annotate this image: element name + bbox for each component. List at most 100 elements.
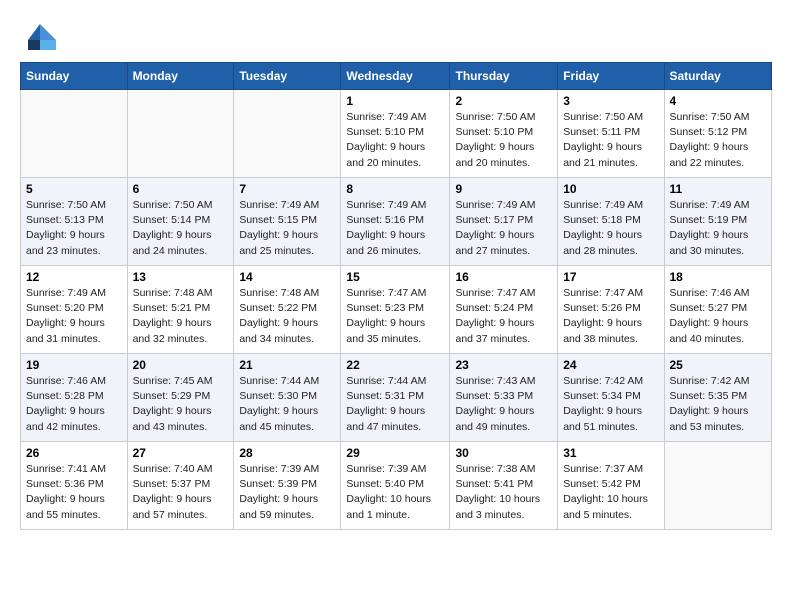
day-number: 4: [670, 94, 767, 108]
day-info: Sunrise: 7:45 AM Sunset: 5:29 PM Dayligh…: [133, 374, 229, 435]
day-info: Sunrise: 7:48 AM Sunset: 5:22 PM Dayligh…: [239, 286, 335, 347]
weekday-saturday: Saturday: [664, 63, 772, 90]
day-number: 5: [26, 182, 122, 196]
day-number: 31: [563, 446, 658, 460]
calendar-cell: 3 Sunrise: 7:50 AM Sunset: 5:11 PM Daylig…: [558, 90, 664, 178]
calendar-cell: [21, 90, 128, 178]
calendar-cell: 13 Sunrise: 7:48 AM Sunset: 5:21 PM Dayli…: [127, 266, 234, 354]
calendar-cell: 10Sunrise: 7:49 AM Sunset: 5:18 PM Dayli…: [558, 178, 664, 266]
day-number: 2: [455, 94, 552, 108]
day-number: 30: [455, 446, 552, 460]
day-info: Sunrise: 7:41 AM Sunset: 5:36 PM Dayligh…: [26, 462, 122, 523]
calendar-cell: 4 Sunrise: 7:50 AM Sunset: 5:12 PM Daylig…: [664, 90, 772, 178]
day-info: Sunrise: 7:43 AM Sunset: 5:33 PM Dayligh…: [455, 374, 552, 435]
day-number: 10: [563, 182, 658, 196]
day-number: 13: [133, 270, 229, 284]
day-info: Sunrise: 7:49 AM Sunset: 5:16 PM Dayligh…: [346, 198, 444, 259]
day-number: 7: [239, 182, 335, 196]
day-info: Sunrise: 7:44 AM Sunset: 5:30 PM Dayligh…: [239, 374, 335, 435]
calendar-cell: 20Sunrise: 7:45 AM Sunset: 5:29 PM Dayli…: [127, 354, 234, 442]
calendar-cell: 5 Sunrise: 7:50 AM Sunset: 5:13 PM Daylig…: [21, 178, 128, 266]
day-number: 18: [670, 270, 767, 284]
calendar-cell: 6 Sunrise: 7:50 AM Sunset: 5:14 PM Daylig…: [127, 178, 234, 266]
calendar-cell: [234, 90, 341, 178]
week-row-3: 19Sunrise: 7:46 AM Sunset: 5:28 PM Dayli…: [21, 354, 772, 442]
calendar-cell: 1 Sunrise: 7:49 AM Sunset: 5:10 PM Daylig…: [341, 90, 450, 178]
calendar-cell: 21Sunrise: 7:44 AM Sunset: 5:30 PM Dayli…: [234, 354, 341, 442]
day-info: Sunrise: 7:50 AM Sunset: 5:12 PM Dayligh…: [670, 110, 767, 171]
day-number: 27: [133, 446, 229, 460]
calendar-table: SundayMondayTuesdayWednesdayThursdayFrid…: [20, 62, 772, 530]
calendar-cell: 23 Sunrise: 7:43 AM Sunset: 5:33 PM Dayli…: [450, 354, 558, 442]
week-row-1: 5 Sunrise: 7:50 AM Sunset: 5:13 PM Daylig…: [21, 178, 772, 266]
calendar-cell: 15 Sunrise: 7:47 AM Sunset: 5:23 PM Dayli…: [341, 266, 450, 354]
page: SundayMondayTuesdayWednesdayThursdayFrid…: [0, 0, 792, 544]
day-number: 8: [346, 182, 444, 196]
calendar-cell: 29 Sunrise: 7:39 AM Sunset: 5:40 PM Dayli…: [341, 442, 450, 530]
calendar-cell: 12 Sunrise: 7:49 AM Sunset: 5:20 PM Dayli…: [21, 266, 128, 354]
day-info: Sunrise: 7:40 AM Sunset: 5:37 PM Dayligh…: [133, 462, 229, 523]
calendar-cell: 9 Sunrise: 7:49 AM Sunset: 5:17 PM Daylig…: [450, 178, 558, 266]
calendar-cell: 22Sunrise: 7:44 AM Sunset: 5:31 PM Dayli…: [341, 354, 450, 442]
calendar-cell: 17 Sunrise: 7:47 AM Sunset: 5:26 PM Dayli…: [558, 266, 664, 354]
day-info: Sunrise: 7:47 AM Sunset: 5:26 PM Dayligh…: [563, 286, 658, 347]
week-row-0: 1 Sunrise: 7:49 AM Sunset: 5:10 PM Daylig…: [21, 90, 772, 178]
day-info: Sunrise: 7:46 AM Sunset: 5:27 PM Dayligh…: [670, 286, 767, 347]
day-info: Sunrise: 7:49 AM Sunset: 5:20 PM Dayligh…: [26, 286, 122, 347]
week-row-2: 12 Sunrise: 7:49 AM Sunset: 5:20 PM Dayli…: [21, 266, 772, 354]
weekday-friday: Friday: [558, 63, 664, 90]
day-info: Sunrise: 7:39 AM Sunset: 5:39 PM Dayligh…: [239, 462, 335, 523]
calendar-cell: 28 Sunrise: 7:39 AM Sunset: 5:39 PM Dayli…: [234, 442, 341, 530]
calendar-cell: 18 Sunrise: 7:46 AM Sunset: 5:27 PM Dayli…: [664, 266, 772, 354]
calendar-cell: 16 Sunrise: 7:47 AM Sunset: 5:24 PM Dayli…: [450, 266, 558, 354]
calendar-cell: 26 Sunrise: 7:41 AM Sunset: 5:36 PM Dayli…: [21, 442, 128, 530]
day-number: 28: [239, 446, 335, 460]
header: [20, 18, 772, 52]
day-info: Sunrise: 7:49 AM Sunset: 5:17 PM Dayligh…: [455, 198, 552, 259]
calendar-cell: 8 Sunrise: 7:49 AM Sunset: 5:16 PM Daylig…: [341, 178, 450, 266]
day-info: Sunrise: 7:50 AM Sunset: 5:13 PM Dayligh…: [26, 198, 122, 259]
day-info: Sunrise: 7:50 AM Sunset: 5:11 PM Dayligh…: [563, 110, 658, 171]
day-number: 24: [563, 358, 658, 372]
day-number: 11: [670, 182, 767, 196]
day-number: 23: [455, 358, 552, 372]
day-info: Sunrise: 7:49 AM Sunset: 5:10 PM Dayligh…: [346, 110, 444, 171]
calendar-cell: 7 Sunrise: 7:49 AM Sunset: 5:15 PM Daylig…: [234, 178, 341, 266]
day-info: Sunrise: 7:49 AM Sunset: 5:19 PM Dayligh…: [670, 198, 767, 259]
day-info: Sunrise: 7:42 AM Sunset: 5:35 PM Dayligh…: [670, 374, 767, 435]
day-number: 1: [346, 94, 444, 108]
calendar-cell: 31 Sunrise: 7:37 AM Sunset: 5:42 PM Dayli…: [558, 442, 664, 530]
day-number: 26: [26, 446, 122, 460]
day-info: Sunrise: 7:50 AM Sunset: 5:14 PM Dayligh…: [133, 198, 229, 259]
calendar-cell: [127, 90, 234, 178]
day-info: Sunrise: 7:42 AM Sunset: 5:34 PM Dayligh…: [563, 374, 658, 435]
calendar-body: 1 Sunrise: 7:49 AM Sunset: 5:10 PM Daylig…: [21, 90, 772, 530]
day-number: 6: [133, 182, 229, 196]
day-number: 9: [455, 182, 552, 196]
weekday-sunday: Sunday: [21, 63, 128, 90]
weekday-thursday: Thursday: [450, 63, 558, 90]
logo-icon: [20, 22, 56, 52]
logo: [20, 22, 60, 52]
week-row-4: 26 Sunrise: 7:41 AM Sunset: 5:36 PM Dayli…: [21, 442, 772, 530]
weekday-monday: Monday: [127, 63, 234, 90]
day-info: Sunrise: 7:48 AM Sunset: 5:21 PM Dayligh…: [133, 286, 229, 347]
day-number: 12: [26, 270, 122, 284]
day-info: Sunrise: 7:47 AM Sunset: 5:24 PM Dayligh…: [455, 286, 552, 347]
calendar-cell: [664, 442, 772, 530]
day-info: Sunrise: 7:37 AM Sunset: 5:42 PM Dayligh…: [563, 462, 658, 523]
calendar-cell: 14 Sunrise: 7:48 AM Sunset: 5:22 PM Dayli…: [234, 266, 341, 354]
calendar-cell: 27 Sunrise: 7:40 AM Sunset: 5:37 PM Dayli…: [127, 442, 234, 530]
day-info: Sunrise: 7:39 AM Sunset: 5:40 PM Dayligh…: [346, 462, 444, 523]
day-number: 16: [455, 270, 552, 284]
day-info: Sunrise: 7:47 AM Sunset: 5:23 PM Dayligh…: [346, 286, 444, 347]
day-number: 14: [239, 270, 335, 284]
day-number: 3: [563, 94, 658, 108]
calendar-cell: 25Sunrise: 7:42 AM Sunset: 5:35 PM Dayli…: [664, 354, 772, 442]
day-number: 15: [346, 270, 444, 284]
day-info: Sunrise: 7:50 AM Sunset: 5:10 PM Dayligh…: [455, 110, 552, 171]
calendar-cell: 11 Sunrise: 7:49 AM Sunset: 5:19 PM Dayli…: [664, 178, 772, 266]
day-number: 17: [563, 270, 658, 284]
day-info: Sunrise: 7:49 AM Sunset: 5:15 PM Dayligh…: [239, 198, 335, 259]
day-number: 29: [346, 446, 444, 460]
